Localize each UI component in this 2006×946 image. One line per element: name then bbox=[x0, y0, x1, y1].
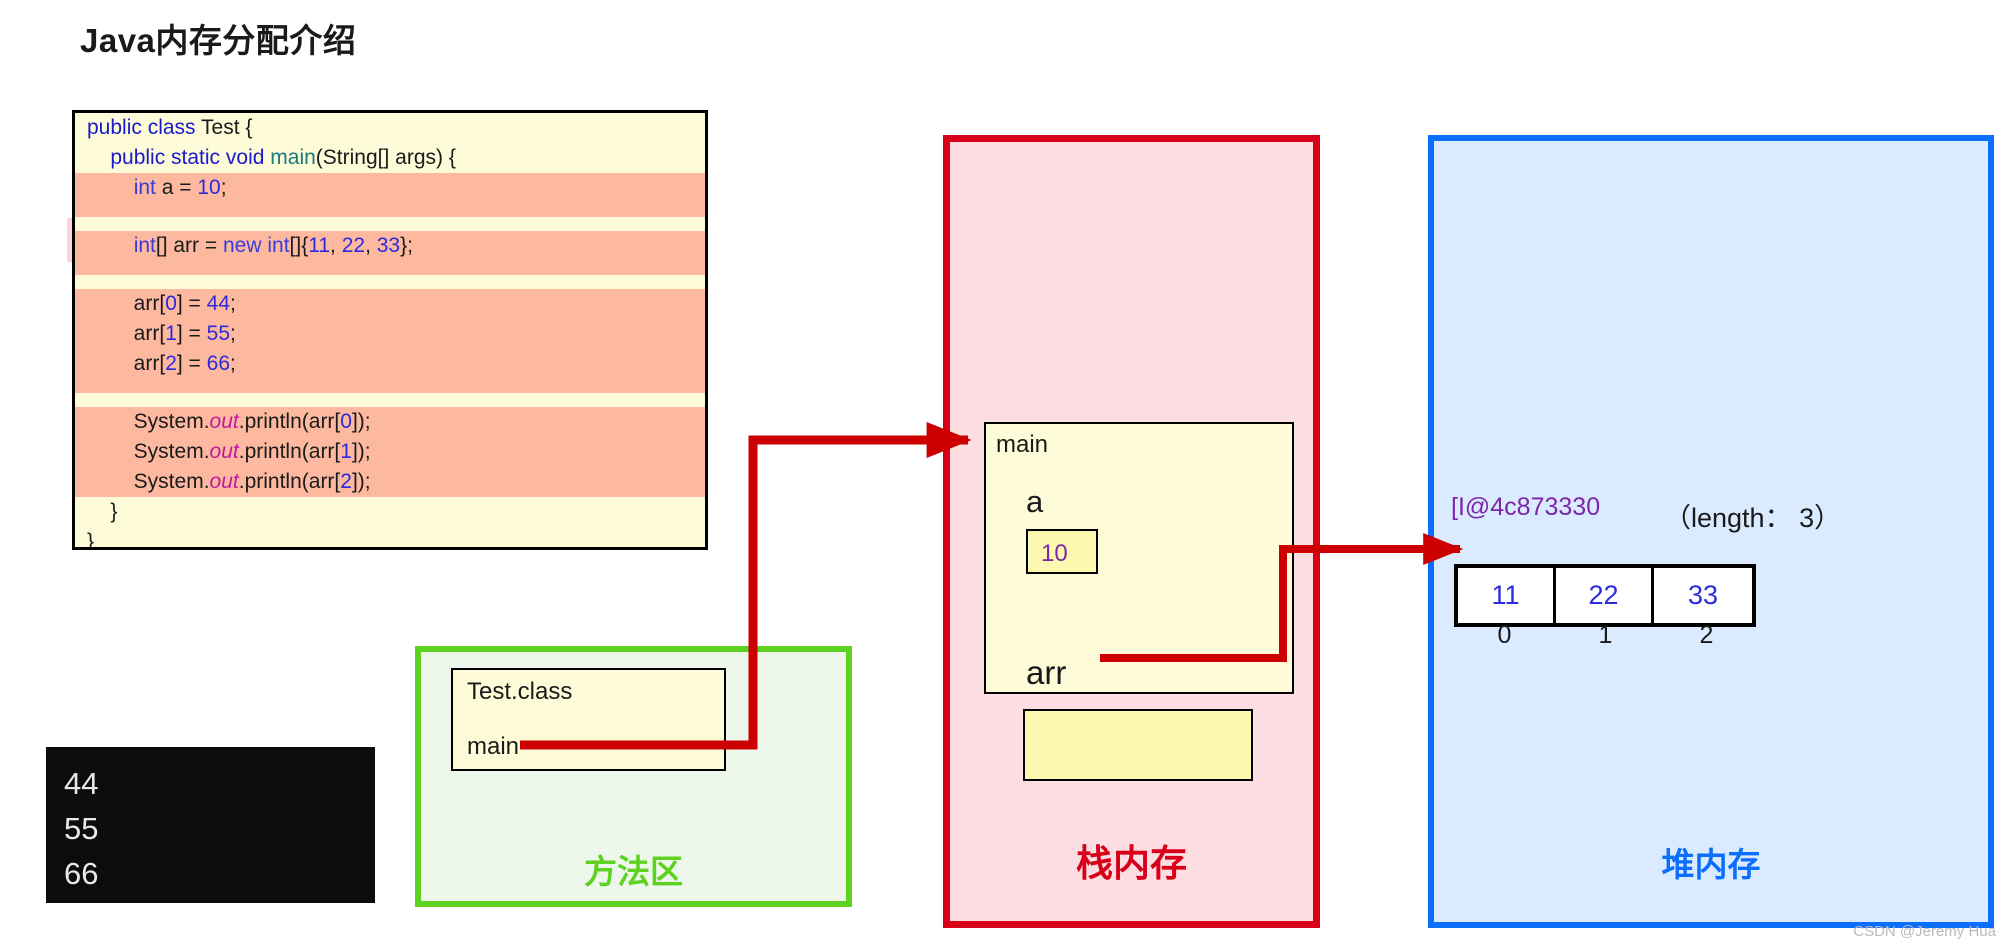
heap-array-address: [I@4c873330 bbox=[1451, 493, 1601, 521]
heap-array-index-row: 0 1 2 bbox=[1454, 621, 1757, 650]
heap-array-index: 1 bbox=[1598, 621, 1613, 649]
heap-array: 11 22 33 bbox=[1454, 564, 1756, 627]
console-output: 44 55 66 bbox=[46, 747, 375, 903]
heap-array-length-label: （length： 3） bbox=[1664, 503, 1842, 533]
code-line-blank bbox=[75, 261, 705, 275]
heap-array-index: 2 bbox=[1699, 621, 1714, 649]
method-area-box: Test.class main 方法区 bbox=[415, 646, 852, 907]
method-area-class-entry: Test.class main bbox=[451, 668, 726, 771]
heap-memory-label: 堆内存 bbox=[1661, 846, 1761, 883]
stack-frame-main: main a 10 arr bbox=[984, 422, 1294, 781]
heap-array-index: 0 bbox=[1497, 621, 1512, 649]
stack-variable-a-value: 10 bbox=[1041, 540, 1068, 567]
code-line: System.out.println(arr[2]); bbox=[75, 467, 705, 497]
stack-variable-arr-name: arr bbox=[1026, 654, 1067, 691]
stack-frame-label: main bbox=[996, 431, 1049, 458]
method-area-class-name: Test.class bbox=[467, 678, 573, 705]
code-line: arr[1] = 55; bbox=[75, 319, 705, 349]
code-line: System.out.println(arr[0]); bbox=[75, 407, 705, 437]
method-area-label: 方法区 bbox=[584, 853, 683, 890]
heap-memory-box: [I@4c873330 （length： 3） 11 22 33 0 1 2 堆… bbox=[1428, 135, 1994, 928]
stack-memory-label: 栈内存 bbox=[1076, 843, 1187, 884]
heap-array-cell: 33 bbox=[1654, 568, 1752, 623]
watermark: CSDN @Jeremy Hua bbox=[1853, 923, 1996, 940]
code-line: public static void main(String[] args) { bbox=[110, 146, 456, 169]
console-line: 66 bbox=[64, 856, 99, 891]
stack-memory-box: main a 10 arr 栈内存 bbox=[943, 135, 1320, 928]
code-line: } bbox=[87, 500, 118, 523]
console-line: 44 bbox=[64, 766, 99, 801]
code-line-blank bbox=[75, 203, 705, 217]
method-area-method-name: main bbox=[467, 733, 520, 760]
stack-variable-arr-box bbox=[1023, 709, 1253, 781]
code-line: arr[0] = 44; bbox=[75, 289, 705, 319]
heap-array-cell: 22 bbox=[1556, 568, 1654, 623]
stack-variable-a-box: 10 bbox=[1026, 529, 1098, 574]
code-line: public class Test { bbox=[87, 116, 253, 139]
code-line: System.out.println(arr[1]); bbox=[75, 437, 705, 467]
stack-variable-a-name: a bbox=[1026, 484, 1044, 519]
code-line-blank bbox=[75, 379, 705, 393]
heap-array-cell: 11 bbox=[1458, 568, 1556, 623]
code-line: arr[2] = 66; bbox=[75, 349, 705, 379]
console-line: 55 bbox=[64, 811, 99, 846]
code-line: int[] arr = new int[]{11, 22, 33}; bbox=[75, 231, 705, 261]
page-title: Java内存分配介绍 bbox=[80, 22, 357, 59]
code-block: public class Test { public static void m… bbox=[72, 110, 708, 550]
code-line: int a = 10; bbox=[75, 173, 705, 203]
code-line: } bbox=[87, 530, 95, 550]
